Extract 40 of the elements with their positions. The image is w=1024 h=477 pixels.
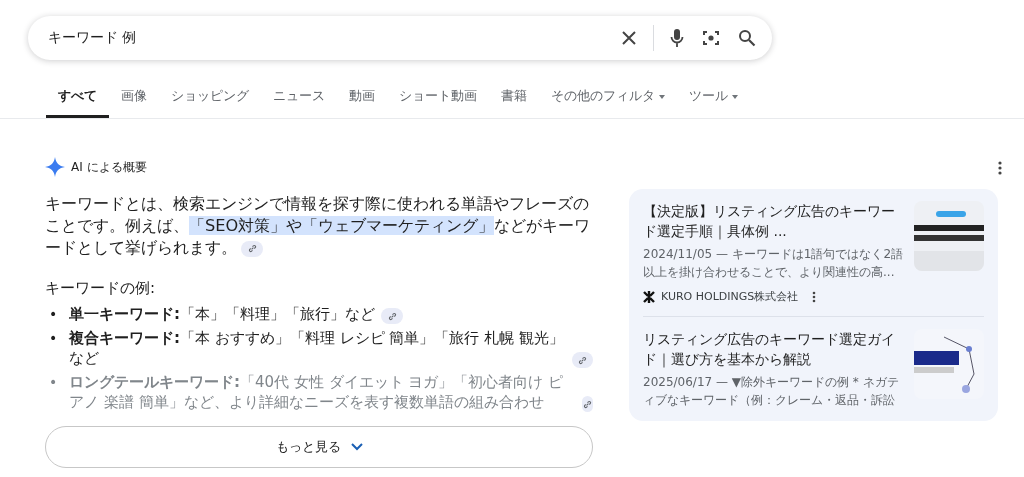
link-chip[interactable]: [581, 396, 593, 412]
tab[interactable]: ツール: [677, 88, 750, 118]
site-name: KURO HOLDINGS株式会社: [661, 289, 799, 304]
search-bar[interactable]: キーワード 例: [28, 16, 772, 60]
source-snippet: 2024/11/05 — キーワードは1語句ではなく2語以上を掛け合わせることで、より関連性の高...: [643, 246, 904, 281]
link-chip[interactable]: [572, 352, 593, 368]
tab[interactable]: ショート動画: [387, 88, 489, 118]
list-heading: キーワードの例:: [45, 279, 157, 298]
list-item-text: 複合キーワード:「本 おすすめ」「料理 レシピ 簡単」「旅行 札幌 観光」など: [69, 328, 565, 368]
show-more-button[interactable]: もっと見る: [45, 426, 593, 468]
link-icon: [582, 399, 592, 409]
list-item-text: 単一キーワード:「本」「料理」「旅行」など: [69, 304, 375, 324]
tab[interactable]: その他のフィルタ: [539, 88, 677, 118]
link-icon: [387, 311, 397, 321]
list-item-text: ロングテールキーワード:「40代 女性 ダイエット ヨガ」「初心者向け ピアノ 楽譜 簡単」など、より詳細なニーズを表す複数単語の組み合わせ: [69, 372, 565, 412]
overview-heading: AI による概要: [71, 158, 147, 176]
link-icon: [247, 244, 257, 253]
source-title[interactable]: 【決定版】リスティング広告のキーワード選定手順｜具体例 ...: [643, 201, 904, 241]
chevron-down-icon: [350, 443, 363, 451]
bullet: •: [49, 305, 59, 324]
search-field[interactable]: キーワード 例: [46, 29, 605, 47]
more-options-icon[interactable]: [812, 290, 817, 303]
tab[interactable]: ショッピング: [159, 88, 261, 118]
link-chip[interactable]: [381, 308, 403, 324]
bullet: •: [49, 373, 59, 392]
site-logo-icon: [643, 290, 655, 303]
more-options-icon[interactable]: [996, 159, 1004, 177]
tab[interactable]: ニュース: [261, 88, 337, 118]
tab[interactable]: 動画: [337, 88, 387, 118]
link-chip[interactable]: [241, 240, 263, 257]
link-icon: [578, 355, 588, 365]
tab[interactable]: 画像: [109, 88, 159, 118]
bullet: •: [49, 329, 59, 348]
sparkle-icon: [45, 157, 65, 177]
search-icon[interactable]: [736, 27, 758, 49]
microphone-icon[interactable]: [668, 26, 686, 50]
tab[interactable]: 書籍: [489, 88, 539, 118]
overview-paragraph: キーワードとは、検索エンジンで情報を探す際に使われる単語やフレーズのことです。例えば、「SEO対策」や「ウェブマーケティング」などがキーワードとして挙げられます。: [45, 193, 592, 259]
source-title[interactable]: リスティング広告のキーワード選定ガイド｜選び方を基本から解説: [643, 329, 904, 369]
source-snippet: 2025/06/17 — ▼除外キーワードの例 * ネガティブなキーワード（例：クレーム・返品・訴訟: [643, 374, 900, 409]
